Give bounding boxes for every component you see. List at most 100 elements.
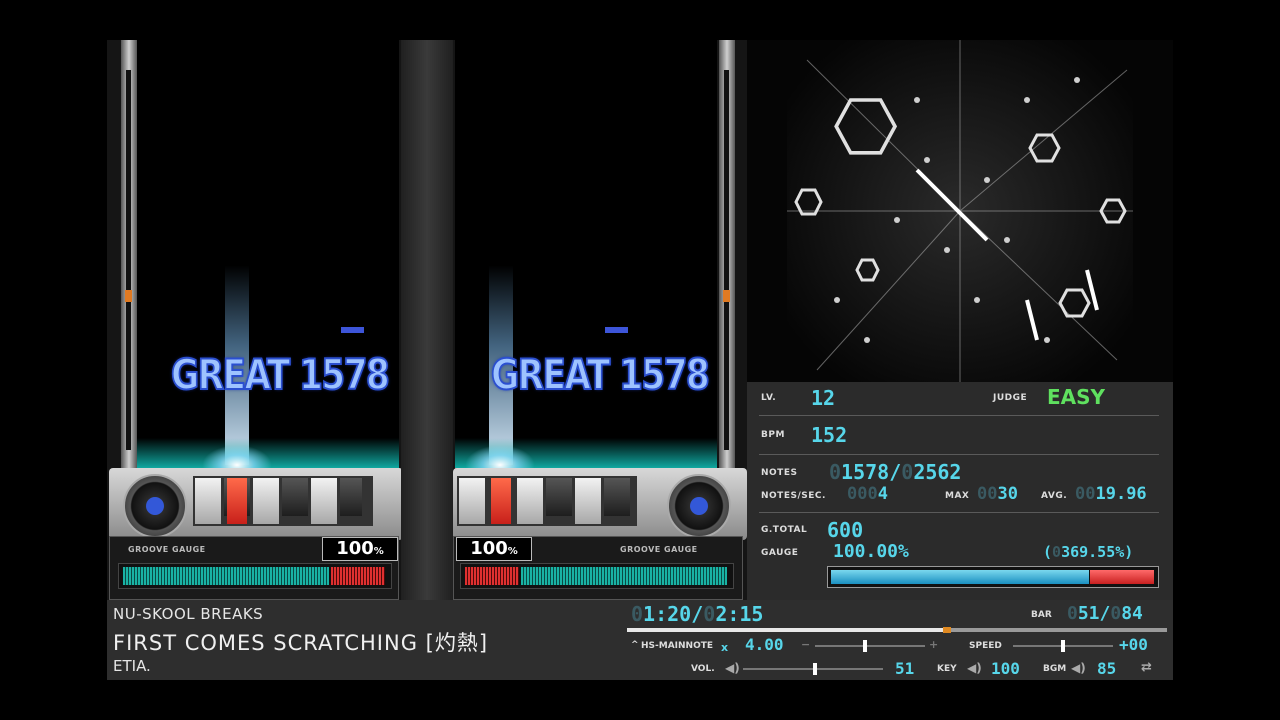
judge-value: EASY (1047, 385, 1106, 409)
gauge-bar (118, 563, 392, 589)
song-artist: ETIA. (113, 657, 151, 675)
note (605, 327, 628, 333)
bgm-value: 85 (1097, 659, 1117, 678)
combo-count: 1578 (618, 349, 711, 400)
bar-label: BAR (1031, 610, 1052, 620)
gauge-bar (460, 563, 734, 589)
game-frame: GREAT 1578 GROOVE GAUGE 100% GREAT 1578 … (107, 40, 1173, 680)
speed-slider-knob[interactable] (1061, 640, 1065, 652)
gtotal-value: 600 (827, 518, 864, 542)
speed-label: SPEED (969, 641, 1002, 651)
bpm-label: BPM (761, 430, 785, 440)
groove-gauge-1p: GROOVE GAUGE 100% (109, 536, 399, 600)
lane-area-1p: GREAT 1578 (137, 40, 399, 485)
hs-slider-knob[interactable] (863, 640, 867, 652)
vol-label: VOL. (691, 664, 715, 674)
divider (759, 454, 1159, 455)
swap-icon[interactable]: ⇄ (1141, 660, 1152, 675)
key-5[interactable] (311, 478, 337, 524)
vol-value: 51 (895, 659, 915, 678)
bpm-value: 152 (811, 423, 848, 447)
judge-display: GREAT 1578 (490, 349, 711, 400)
progress-marker (723, 290, 730, 302)
lane-rail-left (121, 40, 137, 470)
gauge-percent: 100% (456, 537, 532, 561)
play-panel-2p: GREAT 1578 100% GROOVE GAUGE (453, 40, 747, 600)
key-2-pressed[interactable] (227, 478, 247, 524)
note (341, 327, 364, 333)
gauge-label: GAUGE (761, 548, 799, 558)
hs-value: 4.00 (745, 635, 784, 654)
groove-gauge-2p: 100% GROOVE GAUGE (453, 536, 743, 600)
turntable-2p[interactable] (667, 474, 731, 538)
max-value: 0030 (977, 484, 1018, 504)
key-value: 100 (991, 659, 1020, 678)
gauge-meter (827, 566, 1159, 588)
bga-graphic (787, 40, 1133, 382)
bar-counter: 051/084 (1067, 603, 1143, 624)
hs-minus-button[interactable]: − (801, 638, 810, 651)
keys-1p (193, 476, 373, 526)
controller-console-2p (453, 468, 747, 540)
judge-text: GREAT (170, 349, 291, 400)
song-progress-fill (627, 628, 945, 632)
background-animation (747, 40, 1173, 382)
speed-value: +00 (1119, 635, 1148, 654)
key-5[interactable] (575, 478, 601, 524)
speaker-icon[interactable]: ◀) (725, 661, 740, 675)
gtotal-label: G.TOTAL (761, 525, 808, 535)
keys-2p (457, 476, 637, 526)
judge-text: GREAT (490, 349, 611, 400)
notes-label: NOTES (761, 468, 798, 478)
vol-slider[interactable] (743, 663, 883, 675)
avg-value: 0019.96 (1075, 484, 1147, 504)
lane-rail-right (719, 40, 735, 470)
chevron-up-icon[interactable]: ^ (631, 640, 639, 650)
key-1[interactable] (459, 478, 485, 524)
center-divider (401, 40, 453, 600)
gauge-percent: 100% (322, 537, 398, 561)
hs-slider[interactable] (815, 640, 925, 652)
bottom-bar: NU-SKOOL BREAKS FIRST COMES SCRATCHING [… (107, 600, 1173, 680)
speaker-icon[interactable]: ◀) (967, 661, 982, 675)
play-panel-1p: GREAT 1578 GROOVE GAUGE 100% (107, 40, 403, 600)
nps-value: 0004 (847, 484, 888, 504)
avg-label: AVG. (1041, 491, 1068, 501)
key-3[interactable] (253, 478, 279, 524)
gauge-extra: (0369.55%) (1043, 543, 1134, 561)
turntable-1p[interactable] (123, 474, 187, 538)
key-4[interactable] (546, 478, 572, 516)
key-6[interactable] (340, 478, 362, 516)
key-label: KEY (937, 664, 957, 674)
song-title: FIRST COMES SCRATCHING [灼熱] (113, 631, 489, 655)
key-4[interactable] (282, 478, 308, 516)
gauge-value: 100.00% (833, 541, 909, 562)
speed-slider[interactable] (1013, 640, 1113, 652)
max-label: MAX (945, 491, 970, 501)
song-genre: NU-SKOOL BREAKS (113, 605, 264, 623)
nps-label: NOTES/SEC. (761, 491, 826, 501)
gauge-label: GROOVE GAUGE (128, 545, 206, 554)
notes-count: 01578/02562 (829, 460, 962, 484)
info-panel: LV. 12 JUDGE EASY BPM 152 NOTES 01578/02… (747, 382, 1173, 600)
combo-count: 1578 (298, 349, 391, 400)
song-progress-track (627, 627, 1167, 633)
speaker-icon[interactable]: ◀) (1071, 661, 1086, 675)
divider (759, 512, 1159, 513)
vol-slider-knob[interactable] (813, 663, 817, 675)
hs-x: x (721, 641, 729, 654)
key-3[interactable] (517, 478, 543, 524)
judge-display: GREAT 1578 (170, 349, 391, 400)
controller-console-1p (109, 468, 403, 540)
divider (759, 415, 1159, 416)
judge-label: JUDGE (993, 393, 1028, 403)
song-progress-knob (943, 627, 951, 633)
bgm-label: BGM (1043, 664, 1067, 674)
level-label: LV. (761, 393, 777, 403)
key-2-pressed[interactable] (491, 478, 511, 524)
key-6[interactable] (604, 478, 630, 516)
gauge-label: GROOVE GAUGE (620, 545, 698, 554)
key-1[interactable] (195, 478, 221, 524)
hs-plus-button[interactable]: + (929, 638, 938, 651)
lane-area-2p: GREAT 1578 (455, 40, 717, 485)
